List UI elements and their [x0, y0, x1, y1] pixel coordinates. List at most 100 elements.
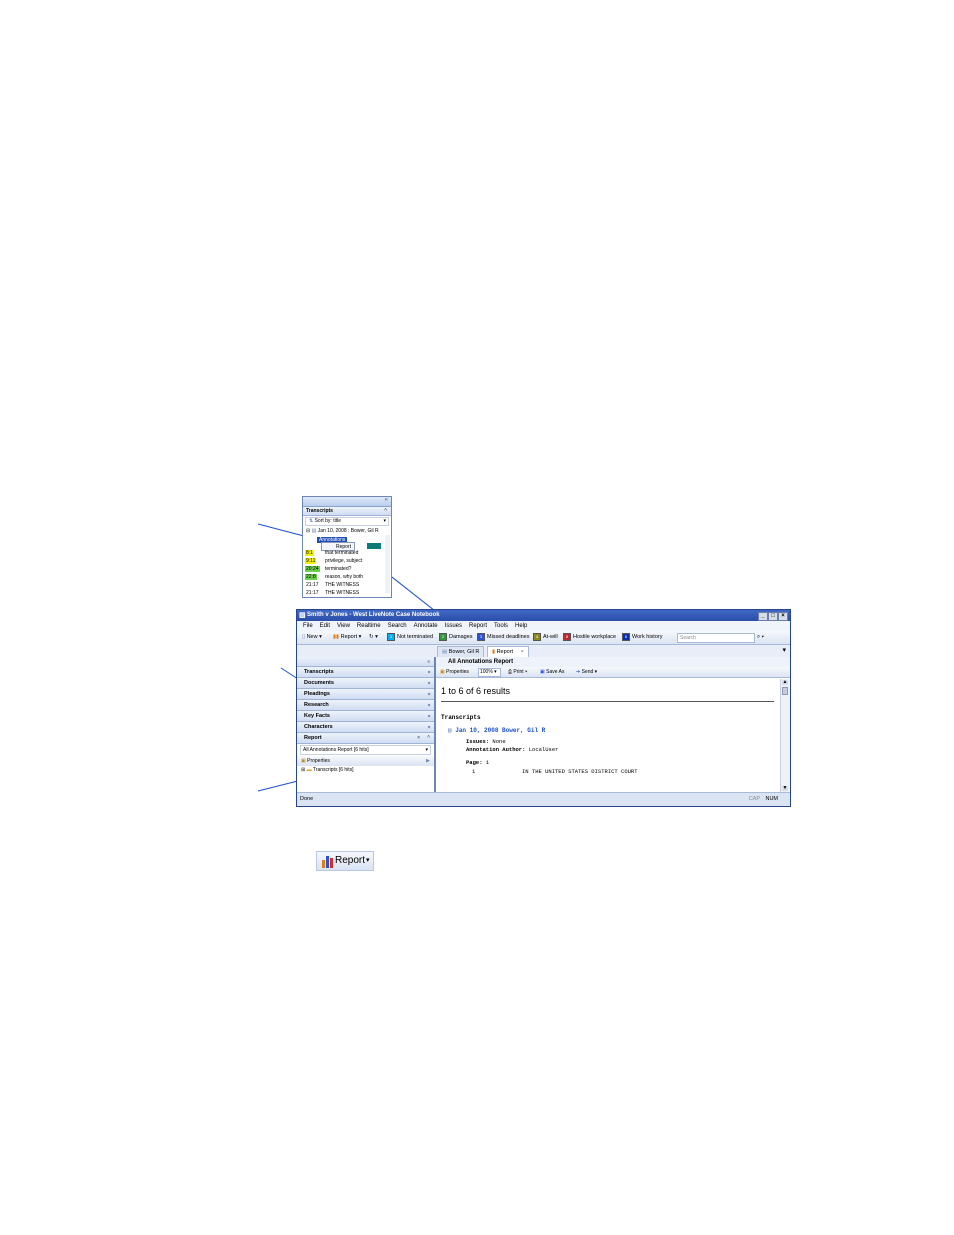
inset-scrollbar[interactable]: [385, 535, 390, 593]
report-properties-button[interactable]: ▣ Properties: [440, 667, 469, 677]
nav-section-title: Research: [304, 702, 329, 708]
nav-section-key-facts[interactable]: Key Facts »: [297, 711, 434, 722]
expand-icon[interactable]: ⊟: [306, 528, 310, 534]
issue-color-icon: 5: [563, 632, 571, 641]
menu-item-view[interactable]: View: [337, 623, 350, 629]
menu-item-file[interactable]: File: [303, 623, 313, 629]
chevron-down-icon[interactable]: »: [424, 671, 434, 674]
nav-section-pleadings[interactable]: Pleadings »: [297, 689, 434, 700]
inset-annotation-row[interactable]: 8:1 that terminated: [303, 549, 391, 557]
menu-item-issues[interactable]: Issues: [445, 623, 462, 629]
menu-item-tools[interactable]: Tools: [494, 623, 508, 629]
tab-bower-label: Bower, Gil R: [448, 649, 480, 655]
close-icon[interactable]: ×: [778, 612, 788, 621]
annotation-tag: 21:17: [305, 582, 320, 588]
inset-transcript-item[interactable]: ⊟ ▤ Jan 10, 2008 : Bower, Gil R: [303, 527, 391, 536]
menu-item-annotate[interactable]: Annotate: [414, 623, 438, 629]
inset-annotation-row[interactable]: 9:11 privilege, subject: [303, 557, 391, 565]
properties-button[interactable]: ▣ Properties: [301, 758, 330, 764]
refresh-icon[interactable]: ↻ ▾: [369, 631, 378, 644]
num-indicator: NUM: [765, 796, 778, 802]
report-scrollbar[interactable]: ▲ ▼: [780, 679, 790, 792]
issue-color-icon: 1: [387, 632, 395, 641]
transcript-link[interactable]: ▤ Jan 10, 2008 Bower, Gil R: [448, 727, 545, 734]
annotation-tag: 21:17: [305, 590, 320, 596]
nav-section-title: Transcripts: [304, 669, 334, 675]
issue-button-3[interactable]: 3 Missed deadlines: [477, 631, 530, 644]
send-button[interactable]: ➔ Send ▾: [576, 667, 597, 677]
issue-color-icon: 3: [477, 632, 485, 641]
inset-annotation-row[interactable]: 22:8 reason, why both: [303, 573, 391, 581]
issue-button-5[interactable]: 5 Hostile workplace: [563, 631, 616, 644]
menu-item-realtime[interactable]: Realtime: [357, 623, 381, 629]
new-button[interactable]: ▯ New ▾: [302, 631, 322, 644]
issue-button-1[interactable]: 1 Not terminated: [387, 631, 433, 644]
tab-bower-gil[interactable]: ▤ Bower, Gil R: [437, 646, 485, 657]
chevron-down-icon[interactable]: ▾: [366, 852, 370, 870]
author-label: Annotation Author:: [466, 746, 526, 753]
nav-section-characters[interactable]: Characters »: [297, 722, 434, 733]
scroll-down-icon[interactable]: ▼: [782, 786, 788, 791]
tab-report-label: Report: [496, 649, 514, 655]
search-icon[interactable]: ⌕ ▾: [757, 631, 764, 644]
issue-button-2[interactable]: 2 Damages: [439, 631, 473, 644]
menu-item-report[interactable]: Report: [469, 623, 487, 629]
page-label: Page:: [466, 759, 483, 766]
scroll-thumb[interactable]: [782, 687, 788, 695]
nav-section-title: Pleadings: [304, 691, 330, 697]
print-button[interactable]: ⎙ Print ▾: [508, 667, 527, 677]
inset-annotation-row[interactable]: 21:17 THE WITNESS: [303, 589, 391, 597]
inset-sort-dropdown[interactable]: ⇅ Sort by: title ▾: [305, 517, 389, 526]
report-close-icon[interactable]: ×: [417, 733, 420, 743]
issue-label: Missed deadlines: [487, 634, 530, 640]
document-icon: ▤: [311, 528, 317, 534]
expand-icon[interactable]: ⊞: [301, 767, 305, 773]
collapse-pane-icon[interactable]: «: [427, 657, 430, 667]
scroll-up-icon[interactable]: ▲: [782, 680, 788, 685]
chevron-down-icon[interactable]: »: [424, 726, 434, 729]
inset-annotation-row[interactable]: 20:24 terminated?: [303, 565, 391, 573]
report-button[interactable]: Report ▾: [316, 851, 374, 871]
menu-item-help[interactable]: Help: [515, 623, 527, 629]
chevron-down-icon[interactable]: »: [424, 715, 434, 718]
run-report-icon[interactable]: ▶: [426, 756, 430, 766]
nav-section-research[interactable]: Research »: [297, 700, 434, 711]
chevron-down-icon[interactable]: »: [424, 693, 434, 696]
issue-label: Not terminated: [397, 634, 434, 640]
search-placeholder: Search: [680, 635, 696, 641]
report-section-header[interactable]: Report × ^: [297, 733, 434, 744]
chevron-down-icon: ▾: [383, 518, 386, 524]
report-tree-item[interactable]: ⊞ ▬ Transcripts [6 hits]: [297, 766, 434, 775]
menu-item-search[interactable]: Search: [388, 623, 407, 629]
nav-section-transcripts[interactable]: Transcripts »: [297, 667, 434, 678]
tab-report[interactable]: ▮ Report ×: [487, 646, 529, 657]
menu-item-edit[interactable]: Edit: [320, 623, 330, 629]
minimize-icon[interactable]: _: [758, 612, 768, 621]
print-icon: ⎙: [508, 669, 513, 675]
chevron-up-icon[interactable]: ^: [427, 733, 430, 743]
report-select[interactable]: All Annotations Report [6 hits] ▾: [300, 745, 431, 755]
maximize-icon[interactable]: □: [768, 612, 778, 621]
nav-section-documents[interactable]: Documents »: [297, 678, 434, 689]
issue-button-6[interactable]: 6 Work history: [622, 631, 662, 644]
search-input[interactable]: Search: [677, 633, 755, 643]
tab-list-icon[interactable]: ▾: [782, 646, 786, 654]
zoom-select[interactable]: 100% ▾: [478, 668, 501, 677]
report-section-title: Report: [304, 735, 322, 741]
folder-icon: ▬: [306, 767, 312, 773]
issue-button-4[interactable]: 4 At-will: [533, 631, 558, 644]
report-section-heading: Transcripts: [441, 714, 481, 721]
tab-close-icon[interactable]: ×: [521, 649, 524, 655]
collapse-icon[interactable]: «: [385, 497, 388, 503]
inset-annotation-row[interactable]: 21:17 THE WITNESS: [303, 581, 391, 589]
properties-label: Properties: [307, 758, 330, 764]
toolbar-report-label: Report: [340, 634, 358, 640]
chevron-down-icon[interactable]: »: [424, 682, 434, 685]
chevron-up-icon[interactable]: ^: [384, 507, 387, 515]
toolbar-report-button[interactable]: ▮▮ Report ▾: [333, 631, 361, 644]
line-number: 1: [472, 768, 476, 775]
main-window: ▨ Smith v Jones - West LiveNote Case Not…: [296, 609, 791, 807]
chevron-down-icon[interactable]: »: [424, 704, 434, 707]
inset-section-header[interactable]: Transcripts ^: [303, 507, 391, 516]
save-as-button[interactable]: ▣ Save As: [540, 667, 564, 677]
